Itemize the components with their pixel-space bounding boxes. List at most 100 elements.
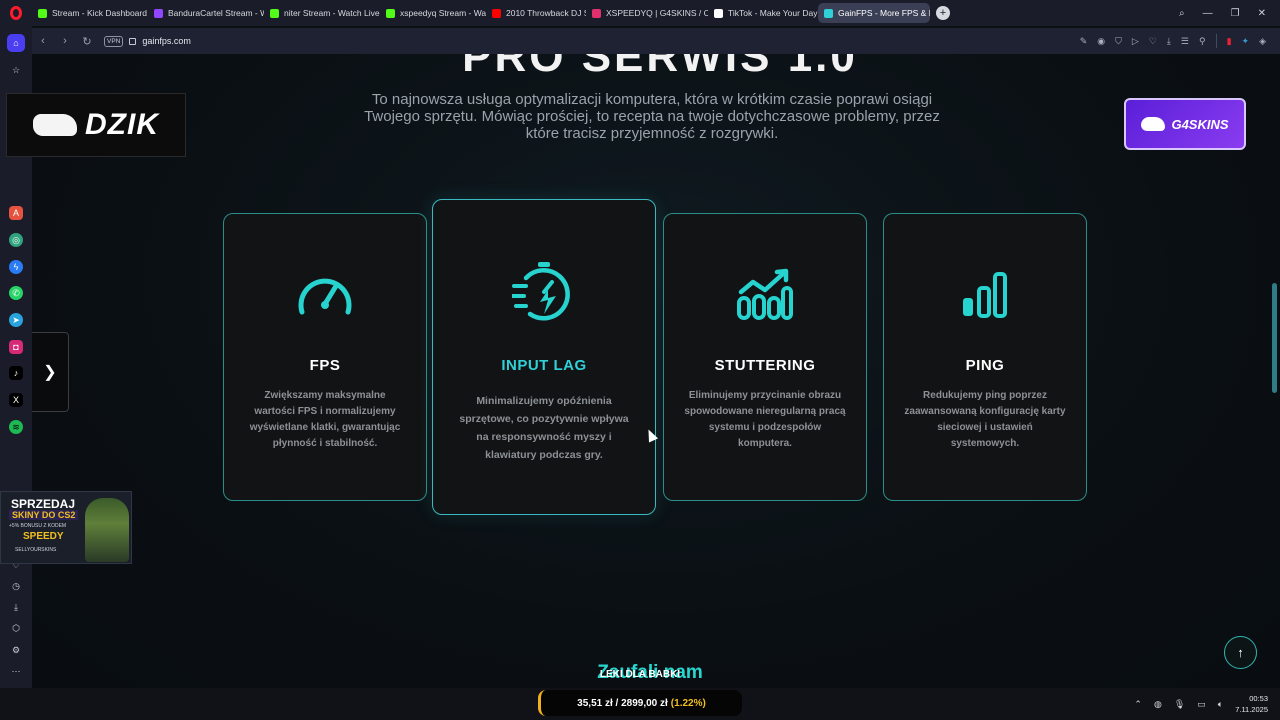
page-scrollbar[interactable] [1272, 283, 1277, 393]
card-title: PING [965, 357, 1005, 374]
back-icon[interactable]: ‹ [32, 35, 54, 47]
edit-icon[interactable]: ✎ [1080, 36, 1088, 47]
signal-bars-icon [963, 272, 1007, 318]
ad-character-image [85, 498, 129, 562]
kick-icon [386, 8, 395, 18]
tab-label: niter Stream - Watch Live [284, 8, 380, 18]
stopwatch-icon [512, 262, 570, 321]
home-icon[interactable]: ⌂ [7, 34, 25, 52]
star-icon[interactable]: ☆ [9, 63, 23, 77]
tab[interactable]: 2010 Throwback DJ Se [486, 3, 586, 23]
feature-card-ping: PING Redukujemy ping poprzez zaawansowan… [883, 213, 1087, 501]
chevron-up-icon[interactable]: ⌃ [1134, 699, 1142, 710]
page-content: PRO SERWIS 1.0 To najnowsza usługa optym… [32, 54, 1280, 688]
taskbar: 35,51 zł / 2899,00 zł (1.22%) ⌃ ◍ 🎙︎ ▭ 🔈… [0, 688, 1280, 720]
tab-label: 2010 Throwback DJ Se [506, 8, 586, 18]
camera-icon[interactable]: ◉ [1097, 36, 1105, 47]
messenger-icon[interactable]: ϟ [9, 260, 23, 274]
twitch-icon [154, 8, 163, 18]
opera-menu-button[interactable] [0, 0, 32, 26]
microphone-icon[interactable]: 🎙︎ [1174, 699, 1185, 710]
shield-icon[interactable]: ⛉ [1115, 36, 1122, 47]
screen: Stream - Kick Dashboard BanduraCartel St… [0, 0, 1280, 720]
maximize-button[interactable]: ❐ [1231, 8, 1240, 19]
x-icon[interactable]: X [9, 393, 23, 407]
tab[interactable]: BanduraCartel Stream - W [148, 3, 264, 23]
feature-card-input-lag: INPUT LAG Minimalizujemy opóźnienia sprz… [432, 199, 656, 515]
cube-icon[interactable]: ⬡ [9, 621, 23, 635]
tiktok-icon [714, 8, 723, 18]
minimize-button[interactable]: — [1203, 8, 1213, 19]
tab-bar: Stream - Kick Dashboard BanduraCartel St… [0, 0, 1280, 26]
tab[interactable]: XSPEEDYQ | G4SKINS / CS2 | G4S [586, 3, 708, 23]
tab[interactable]: niter Stream - Watch Live [264, 3, 380, 23]
clock-time: 00:53 [1249, 694, 1268, 703]
history-icon[interactable]: ◷ [9, 579, 23, 593]
ad-line: +5% BONUSU Z KODEM [9, 523, 67, 529]
spotify-icon[interactable]: ≋ [9, 420, 23, 434]
settings-icon[interactable]: ⚙ [9, 643, 23, 657]
volume-icon[interactable]: 🔈︎ [1218, 699, 1223, 710]
heart-icon[interactable]: ♡ [1149, 36, 1157, 47]
tiktok-icon[interactable]: ♪ [9, 366, 23, 380]
profile-icon[interactable]: ⚲ [1199, 36, 1206, 47]
ticker-amount: 35,51 zł / 2899,00 zł [577, 697, 668, 709]
g4skins-logo-icon [1141, 117, 1166, 131]
more-icon[interactable]: ⋯ [9, 664, 23, 678]
download-icon[interactable]: ⤓ [1167, 36, 1171, 47]
telegram-icon[interactable]: ➤ [9, 313, 23, 327]
hero-title: PRO SERWIS 1.0 [462, 54, 858, 81]
opera-logo-icon [10, 6, 22, 20]
tab-label: Stream - Kick Dashboard [52, 8, 147, 18]
menu-icon[interactable]: ☰ [1181, 36, 1189, 47]
next-arrow-button[interactable]: ❯ [32, 332, 69, 412]
ad-line: SPRZEDAJ [11, 497, 76, 511]
forward-icon[interactable]: › [54, 35, 76, 47]
kick-icon [270, 8, 279, 18]
chevron-right-icon: ❯ [43, 364, 57, 381]
ai-icon[interactable]: ✦ [1242, 36, 1250, 47]
aria-icon[interactable]: A [9, 206, 23, 220]
chart-trend-icon [737, 268, 793, 320]
puzzle-icon[interactable]: ◈ [1259, 36, 1266, 47]
chatgpt-icon[interactable]: ◎ [9, 233, 23, 247]
clock[interactable]: 00:53 7.11.2025 [1235, 693, 1268, 715]
new-tab-button[interactable]: + [936, 6, 950, 20]
steam-icon[interactable]: ◍ [1154, 699, 1162, 710]
window-controls: ⌕ — ❐ ✕ [1179, 0, 1280, 26]
tab-label: XSPEEDYQ | G4SKINS / CS2 | G4S [606, 8, 708, 18]
tab-active[interactable]: GainFPS - More FPS & Lo [818, 3, 930, 23]
tab[interactable]: Stream - Kick Dashboard [32, 3, 148, 23]
whatsapp-icon[interactable]: ✆ [9, 286, 23, 300]
dzik-logo-text: DZIK [85, 108, 159, 141]
dzik-ad-banner[interactable]: DZIK [6, 93, 186, 157]
card-description: Redukujemy ping poprzez zaawansowaną kon… [904, 390, 1066, 449]
reload-icon[interactable]: ↻ [76, 35, 98, 48]
youtube-icon [492, 8, 501, 18]
gainfps-icon [824, 8, 833, 18]
feature-card-fps: FPS Zwiększamy maksymalne wartości FPS i… [223, 213, 427, 501]
search-tabs-icon[interactable]: ⌕ [1179, 8, 1185, 19]
play-icon[interactable]: ▷ [1132, 36, 1139, 47]
toolbar-icons: ✎ ◉ ⛉ ▷ ♡ ⤓ ☰ ⚲ ▮ ✦ ◈ [1080, 28, 1266, 54]
ad-code: SPEEDY [23, 531, 64, 542]
tab[interactable]: xspeedyq Stream - Watch [380, 3, 486, 23]
scroll-to-top-button[interactable]: ↑ [1224, 636, 1257, 669]
instagram-icon [592, 8, 601, 18]
card-description: Eliminujemy przycinanie obrazu spowodowa… [684, 390, 846, 449]
clock-date: 7.11.2025 [1235, 705, 1268, 714]
tab[interactable]: TikTok - Make Your Day [708, 3, 818, 23]
card-title: INPUT LAG [501, 357, 587, 374]
display-icon[interactable]: ▭ [1197, 699, 1206, 710]
speedometer-icon [298, 278, 352, 315]
extension-icon[interactable]: ▮ [1227, 36, 1232, 47]
close-button[interactable]: ✕ [1258, 8, 1266, 19]
sellyourskins-ad[interactable]: SPRZEDAJ SKINY DO CS2 +5% BONUSU Z KODEM… [0, 491, 132, 564]
tab-label: TikTok - Make Your Day [728, 8, 818, 18]
download-icon[interactable]: ⤓ [9, 600, 23, 614]
url-field[interactable]: gainfps.com [142, 36, 191, 46]
g4skins-ad-banner[interactable]: G4SKINS [1124, 98, 1246, 150]
lock-icon[interactable] [129, 37, 137, 45]
instagram-icon[interactable]: ◘ [9, 340, 23, 354]
vpn-badge[interactable]: VPN [104, 35, 124, 47]
